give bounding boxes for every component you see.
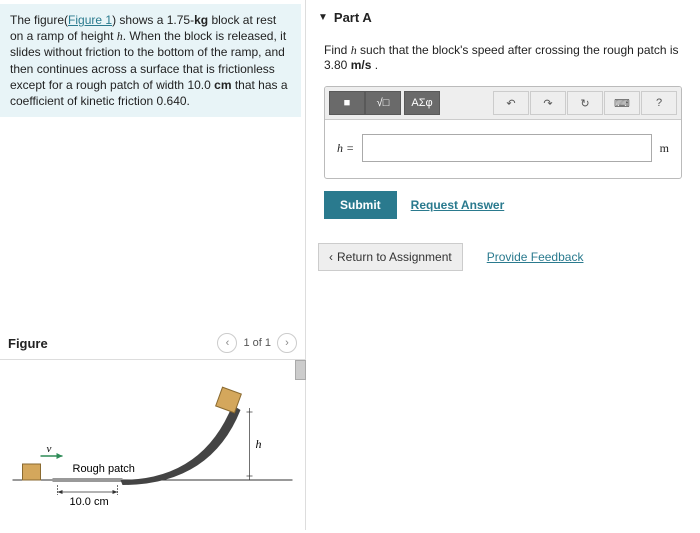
- return-label: Return to Assignment: [337, 250, 452, 264]
- greek-button[interactable]: ΑΣφ: [404, 91, 440, 115]
- problem-kg: kg: [194, 13, 208, 27]
- problem-text-2: ) shows a 1.75-: [112, 13, 194, 27]
- figure-prev-button[interactable]: ‹: [217, 333, 237, 353]
- feedback-link[interactable]: Provide Feedback: [487, 250, 584, 264]
- velocity-label: v⃗: [47, 443, 60, 455]
- templates-button[interactable]: ■: [329, 91, 365, 115]
- rough-patch-label: Rough patch: [73, 463, 135, 475]
- part-prompt: Find h such that the block's speed after…: [318, 37, 688, 86]
- help-button[interactable]: ?: [641, 91, 677, 115]
- return-button[interactable]: ‹ Return to Assignment: [318, 243, 463, 271]
- keyboard-button[interactable]: ⌨: [604, 91, 640, 115]
- undo-button[interactable]: ↶: [493, 91, 529, 115]
- formatting-toolbar: ■ √□ ΑΣφ ↶ ↷ ↻ ⌨ ?: [325, 87, 681, 120]
- reset-button[interactable]: ↻: [567, 91, 603, 115]
- submit-button[interactable]: Submit: [324, 191, 397, 219]
- part-label: Part A: [334, 10, 372, 25]
- figure-counter: 1 of 1: [243, 337, 271, 349]
- problem-text-1: The figure(: [10, 13, 68, 27]
- answer-input[interactable]: [362, 134, 652, 162]
- sqrt-button[interactable]: √□: [365, 91, 401, 115]
- answer-box: ■ √□ ΑΣφ ↶ ↷ ↻ ⌨ ? h = m: [324, 86, 682, 179]
- width-label: 10.0 cm: [70, 496, 109, 508]
- figure-next-button[interactable]: ›: [277, 333, 297, 353]
- answer-unit: m: [660, 141, 669, 156]
- figure-link[interactable]: Figure 1: [68, 13, 112, 27]
- caret-down-icon: ▼: [318, 12, 328, 23]
- figure-title: Figure: [8, 336, 48, 351]
- height-label: h: [256, 437, 262, 451]
- part-header[interactable]: ▼ Part A: [318, 8, 688, 37]
- problem-cm: cm: [214, 78, 231, 92]
- input-label: h =: [337, 141, 354, 156]
- request-answer-link[interactable]: Request Answer: [411, 198, 505, 212]
- redo-button[interactable]: ↷: [530, 91, 566, 115]
- figure-header: Figure ‹ 1 of 1 ›: [0, 327, 305, 360]
- figure-body: h v⃗ Rough patch 10.0 cm: [0, 360, 305, 530]
- problem-statement: The figure(Figure 1) shows a 1.75-kg blo…: [0, 4, 301, 117]
- chevron-left-icon: ‹: [329, 250, 333, 264]
- scroll-handle[interactable]: [295, 360, 306, 380]
